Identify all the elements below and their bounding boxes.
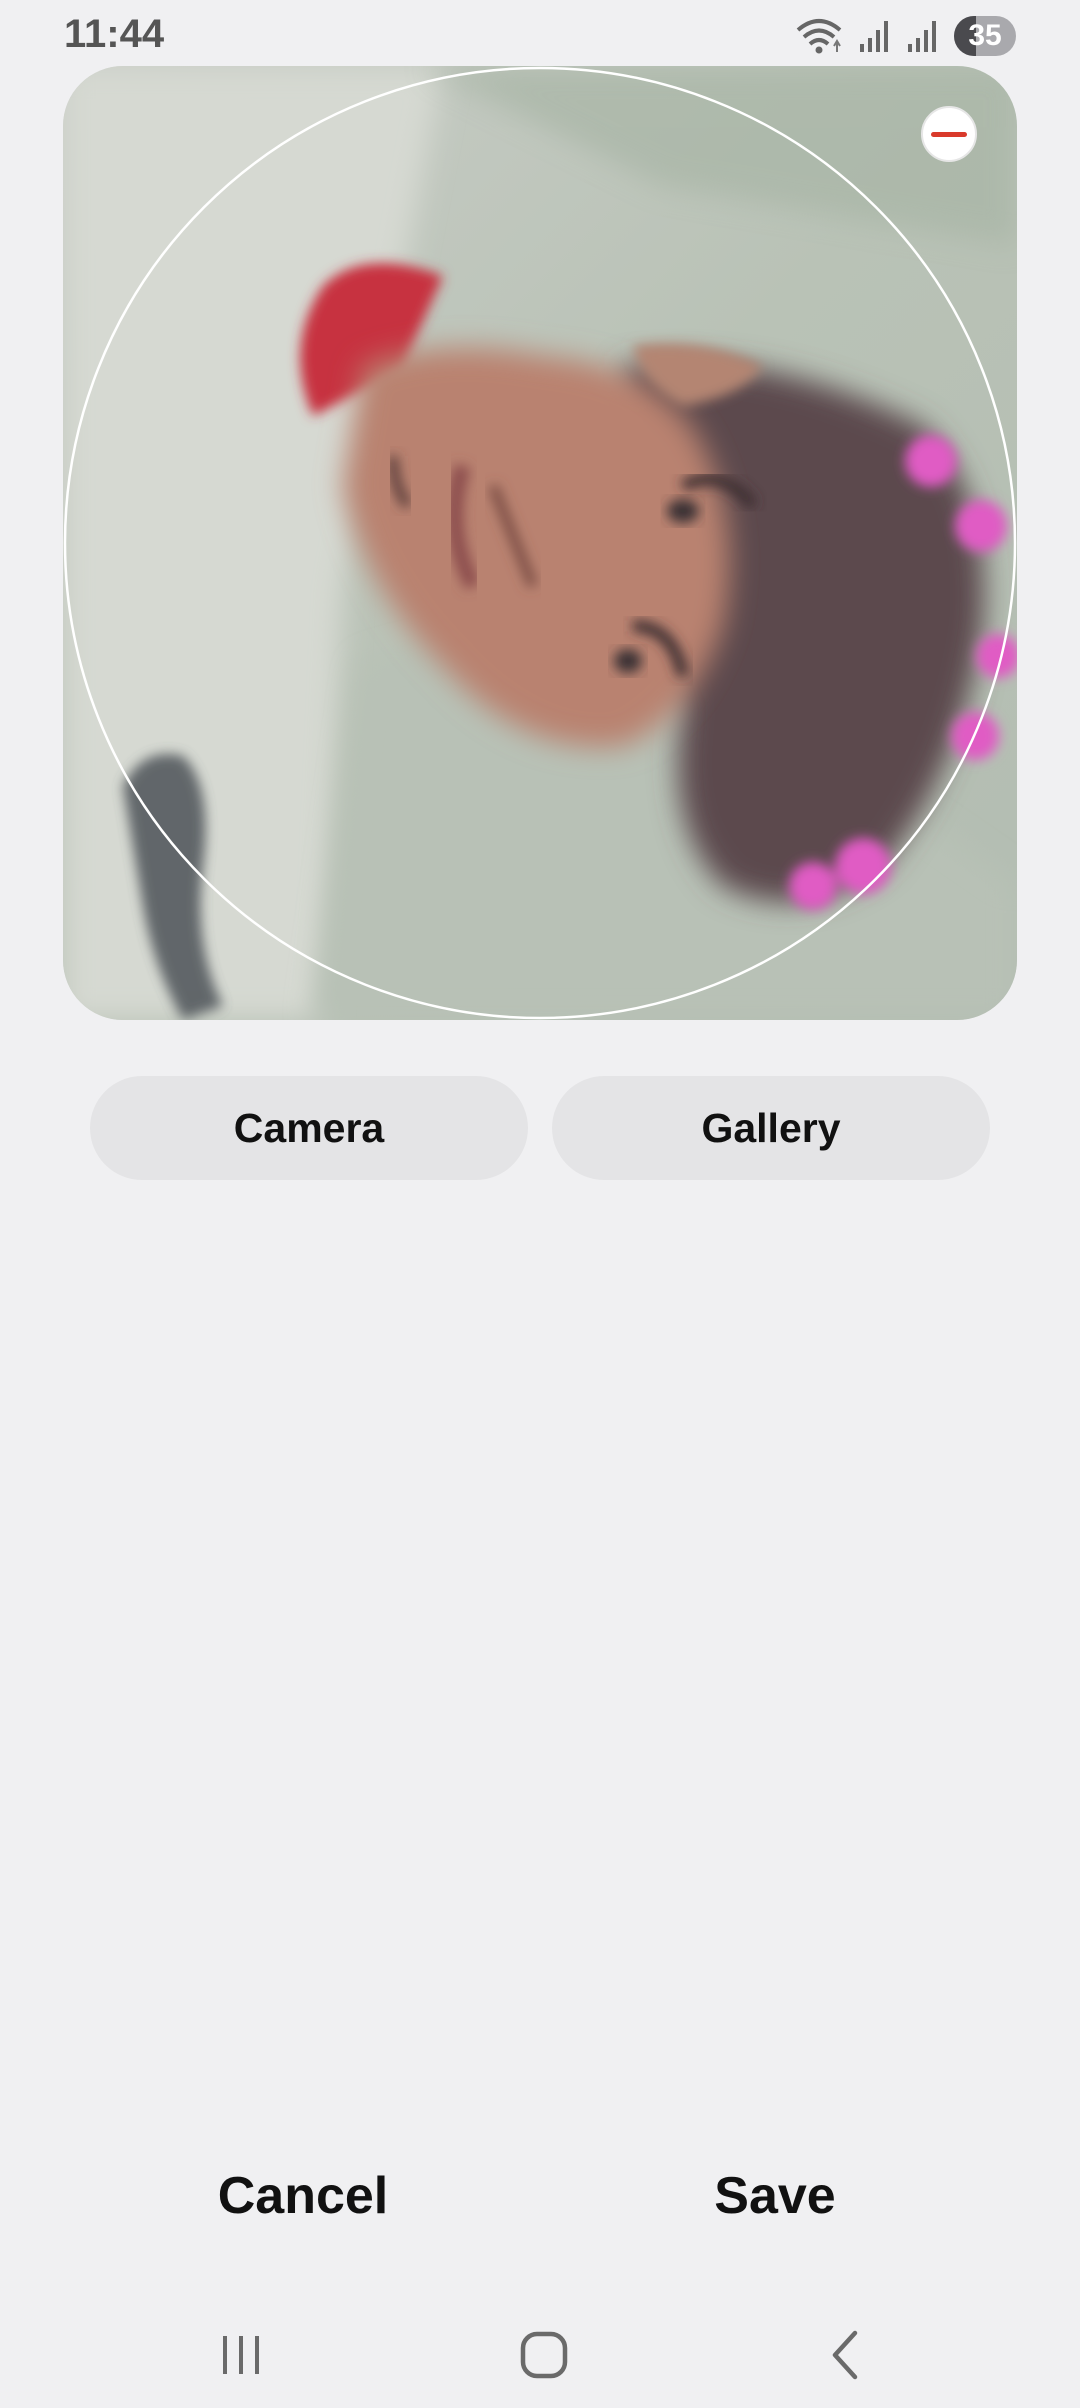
save-button[interactable]: Save [625, 2154, 925, 2238]
navigation-bar [0, 2290, 1080, 2408]
home-button[interactable] [484, 2310, 604, 2400]
wifi-icon [796, 19, 842, 54]
battery-level: 35 [968, 19, 1002, 52]
back-button[interactable] [786, 2310, 906, 2400]
signal-icon [860, 21, 888, 52]
cancel-button[interactable]: Cancel [153, 2154, 453, 2238]
home-icon [520, 2331, 568, 2379]
remove-icon [931, 131, 967, 137]
status-icons: 35 [794, 14, 1016, 58]
recents-icon [223, 2336, 259, 2374]
signal-icon [908, 21, 936, 52]
status-time: 11:44 [64, 12, 165, 56]
remove-photo-button[interactable] [921, 106, 977, 162]
status-bar: 11:44 35 [0, 0, 1080, 70]
photo-preview[interactable] [63, 66, 1017, 1020]
gallery-button[interactable]: Gallery [552, 1076, 990, 1180]
battery-icon: 35 [954, 16, 1016, 56]
camera-button[interactable]: Camera [90, 1076, 528, 1180]
back-icon [832, 2330, 858, 2380]
profile-photo [63, 66, 1017, 1020]
recents-button[interactable] [182, 2310, 302, 2400]
